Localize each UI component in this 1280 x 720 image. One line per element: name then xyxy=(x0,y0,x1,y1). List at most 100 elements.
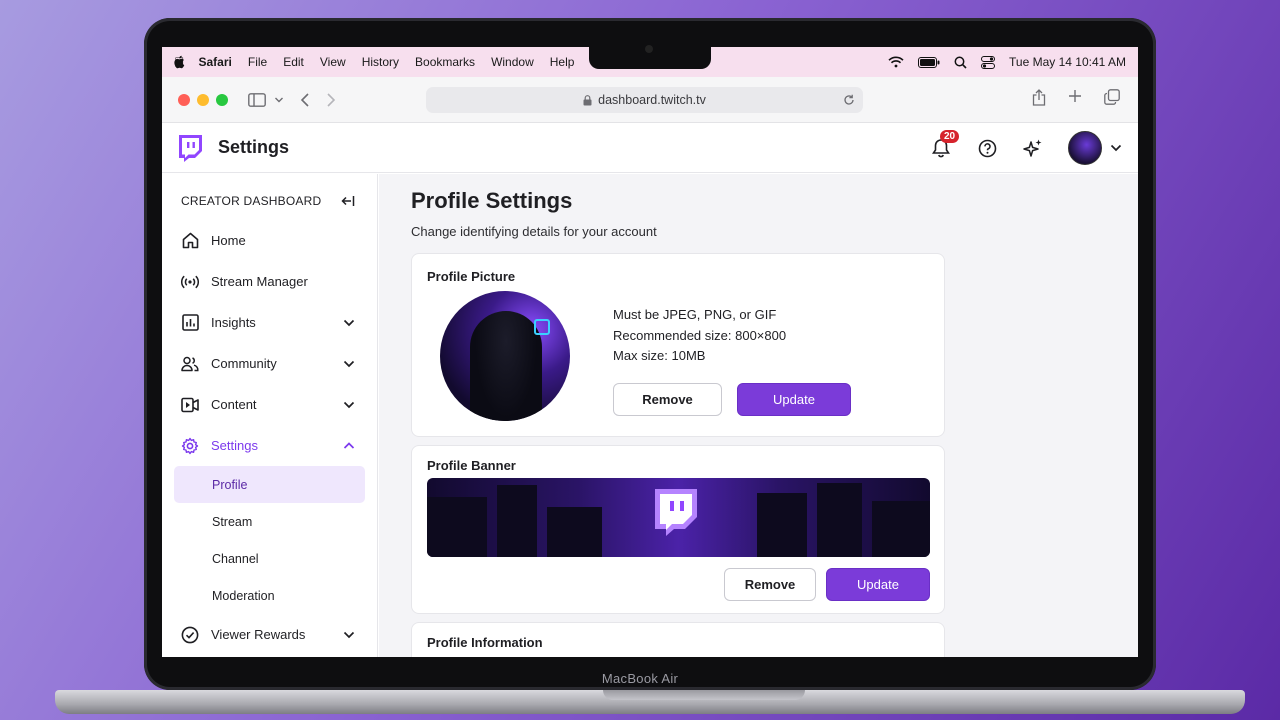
sidebar-subitem-stream[interactable]: Stream xyxy=(174,503,365,540)
profile-banner-image xyxy=(427,478,930,557)
menubar-clock[interactable]: Tue May 14 10:41 AM xyxy=(1009,55,1126,69)
lock-icon xyxy=(583,94,592,105)
close-window-button[interactable] xyxy=(178,93,190,106)
twitch-logo-icon[interactable] xyxy=(176,134,204,162)
apple-logo-icon[interactable] xyxy=(173,55,185,69)
chevron-down-icon[interactable] xyxy=(343,399,355,411)
share-icon[interactable] xyxy=(1032,89,1046,106)
sidebar-item-label: Insights xyxy=(211,315,256,330)
menu-bookmarks[interactable]: Bookmarks xyxy=(415,55,475,69)
menu-history[interactable]: History xyxy=(362,55,399,69)
gear-icon xyxy=(181,437,199,455)
sidebar-item-label: Stream Manager xyxy=(211,274,308,289)
profile-banner-card: Profile Banner Remove Update xyxy=(411,445,945,614)
control-center-icon[interactable] xyxy=(981,55,996,69)
profile-picture-image xyxy=(440,291,570,421)
chevron-down-icon[interactable] xyxy=(1110,144,1122,152)
sidebar-item-label: Settings xyxy=(211,438,258,453)
help-icon xyxy=(978,139,996,157)
card-title: Profile Picture xyxy=(427,269,516,284)
update-profile-picture-button[interactable]: Update xyxy=(737,383,851,416)
sidebar-item-stream-manager[interactable]: Stream Manager xyxy=(162,261,377,302)
twitch-glitch-icon xyxy=(655,489,697,536)
sidebar: CREATOR DASHBOARD Home Stream Manager In… xyxy=(162,174,378,657)
url-text[interactable]: dashboard.twitch.tv xyxy=(598,93,706,107)
collapse-sidebar-icon[interactable] xyxy=(341,195,355,207)
sidebar-subitem-moderation[interactable]: Moderation xyxy=(174,577,365,614)
requirement-format: Must be JPEG, PNG, or GIF xyxy=(613,307,777,322)
app-header: Settings 20 xyxy=(162,123,1138,173)
device-label: MacBook Air xyxy=(601,671,679,686)
sidebar-item-viewer-rewards[interactable]: Viewer Rewards xyxy=(162,614,377,655)
battery-icon[interactable] xyxy=(918,56,940,68)
menu-app-name[interactable]: Safari xyxy=(199,55,232,69)
screen:  Safari File Edit View History Bookmark… xyxy=(162,47,1138,657)
page-title: Profile Settings xyxy=(411,188,573,213)
menu-edit[interactable]: Edit xyxy=(283,55,304,69)
browser-toolbar: dashboard.twitch.tv xyxy=(162,77,1138,123)
minimize-window-button[interactable] xyxy=(197,93,209,106)
sidebar-item-home[interactable]: Home xyxy=(162,220,377,261)
requirement-max-size: Max size: 10MB xyxy=(613,348,706,363)
remove-banner-button[interactable]: Remove xyxy=(724,568,816,601)
broadcast-icon xyxy=(181,273,199,291)
profile-information-card: Profile Information xyxy=(411,622,945,657)
sidebar-item-label: Viewer Rewards xyxy=(211,627,306,642)
spotlight-search-icon[interactable] xyxy=(954,56,967,69)
sidebar-subitem-profile[interactable]: Profile xyxy=(174,466,365,503)
sparkle-button[interactable] xyxy=(1022,137,1044,159)
people-icon xyxy=(181,355,199,373)
reload-icon[interactable] xyxy=(843,94,855,106)
main-content: Profile Settings Change identifying deta… xyxy=(379,174,1138,657)
user-menu[interactable] xyxy=(1068,131,1122,165)
forward-icon[interactable] xyxy=(326,92,336,107)
menu-help[interactable]: Help xyxy=(550,55,575,69)
menu-file[interactable]: File xyxy=(248,55,267,69)
window-controls xyxy=(178,93,228,106)
profile-picture-requirements: Must be JPEG, PNG, or GIF Recommended si… xyxy=(613,305,786,367)
update-banner-button[interactable]: Update xyxy=(826,568,930,601)
sidebar-item-label: Home xyxy=(211,233,246,248)
profile-picture-card: Profile Picture Must be JPEG, PNG, or GI… xyxy=(411,253,945,437)
notification-count-badge: 20 xyxy=(940,130,960,143)
check-circle-icon xyxy=(181,626,199,644)
tab-overview-icon[interactable] xyxy=(1104,89,1120,105)
new-tab-icon[interactable] xyxy=(1068,89,1082,103)
laptop-base xyxy=(55,690,1245,714)
card-title: Profile Information xyxy=(427,635,543,650)
help-button[interactable] xyxy=(976,137,998,159)
sidebar-item-settings[interactable]: Settings xyxy=(162,425,377,466)
back-icon[interactable] xyxy=(300,92,310,107)
chevron-down-icon[interactable] xyxy=(343,317,355,329)
page-subtitle: Change identifying details for your acco… xyxy=(411,224,657,239)
app-title: Settings xyxy=(218,137,290,157)
requirement-size: Recommended size: 800×800 xyxy=(613,327,787,343)
chart-icon xyxy=(181,314,199,332)
sidebar-heading: CREATOR DASHBOARD xyxy=(162,188,377,214)
sidebar-heading-label: CREATOR DASHBOARD xyxy=(181,194,322,208)
camera-notch xyxy=(589,45,711,69)
video-icon xyxy=(181,396,199,414)
menu-view[interactable]: View xyxy=(320,55,346,69)
home-icon xyxy=(181,232,199,250)
sidebar-item-label: Community xyxy=(211,356,277,371)
sidebar-toggle-icon[interactable] xyxy=(248,92,284,107)
remove-profile-picture-button[interactable]: Remove xyxy=(613,383,722,416)
chevron-up-icon[interactable] xyxy=(343,440,355,452)
address-bar[interactable]: dashboard.twitch.tv xyxy=(426,87,863,113)
menu-window[interactable]: Window xyxy=(491,55,534,69)
sparkle-icon xyxy=(1023,139,1042,157)
sidebar-item-insights[interactable]: Insights xyxy=(162,302,377,343)
chevron-down-icon[interactable] xyxy=(343,358,355,370)
zoom-window-button[interactable] xyxy=(216,93,228,106)
card-title: Profile Banner xyxy=(427,458,516,473)
sidebar-item-content[interactable]: Content xyxy=(162,384,377,425)
sidebar-item-label: Content xyxy=(211,397,257,412)
chevron-down-icon[interactable] xyxy=(274,96,284,104)
sidebar-item-community[interactable]: Community xyxy=(162,343,377,384)
sidebar-subitem-channel[interactable]: Channel xyxy=(174,540,365,577)
chevron-down-icon[interactable] xyxy=(343,629,355,641)
wifi-icon[interactable] xyxy=(888,56,904,68)
avatar[interactable] xyxy=(1068,131,1102,165)
notifications-button[interactable]: 20 xyxy=(930,130,960,159)
